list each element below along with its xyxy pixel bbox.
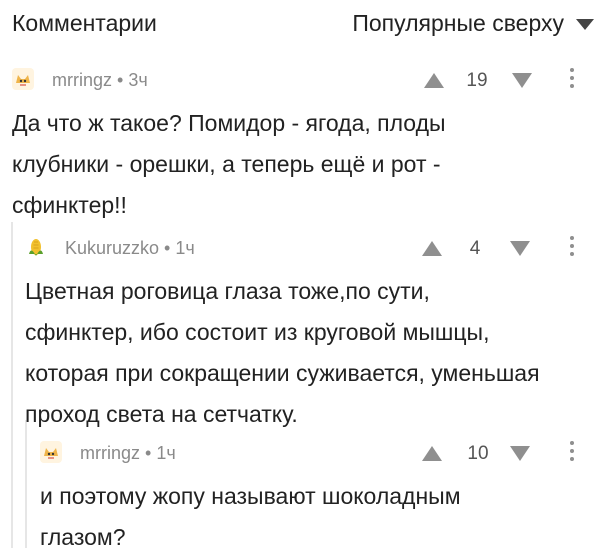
comment: mrringz • 3ч 19 Да что ж такое? Помидор … xyxy=(12,64,588,226)
comment-author-meta[interactable]: mrringz • 1ч xyxy=(80,443,176,464)
comment-text-line: клубники - орешки, а теперь ещё и рот - xyxy=(12,151,441,177)
thread-line[interactable] xyxy=(11,222,13,548)
comment-author[interactable]: mrringz xyxy=(80,443,140,463)
comment-text-line: проход света на сетчатку. xyxy=(25,401,298,427)
sort-dropdown[interactable]: Популярные сверху xyxy=(352,10,594,37)
more-options-icon[interactable] xyxy=(570,441,574,465)
comment-text: Цветная роговица глаза тоже,по сути, сфи… xyxy=(25,271,588,435)
comment-author[interactable]: mrringz xyxy=(52,70,112,90)
more-options-icon[interactable] xyxy=(570,236,574,260)
comment-text: и поэтому жопу называют шоколадным глазо… xyxy=(40,476,588,558)
more-options-icon[interactable] xyxy=(570,68,574,92)
comment-author-meta[interactable]: mrringz • 3ч xyxy=(52,70,148,91)
sort-label: Популярные сверху xyxy=(352,10,564,36)
comment: Kukuruzzko • 1ч 4 Цветная роговица глаза… xyxy=(25,232,588,435)
comment-author[interactable]: Kukuruzzko xyxy=(65,238,159,258)
comment-time: 3ч xyxy=(128,70,148,90)
upvote-icon[interactable] xyxy=(422,446,442,461)
downvote-icon[interactable] xyxy=(512,73,532,88)
avatar[interactable] xyxy=(12,68,34,90)
thread-line[interactable] xyxy=(25,420,27,548)
comment-rating: 4 xyxy=(469,238,481,259)
comment-time: 1ч xyxy=(156,443,176,463)
comment-text: Да что ж такое? Помидор - ягода, плоды к… xyxy=(12,103,588,226)
comment-text-line: сфинктер!! xyxy=(12,192,127,218)
avatar[interactable] xyxy=(40,441,62,463)
comment-meta: mrringz • 1ч 10 xyxy=(40,437,588,467)
comment-text-line: Да что ж такое? Помидор - ягода, плоды xyxy=(12,110,446,136)
comment-author-meta[interactable]: Kukuruzzko • 1ч xyxy=(65,238,195,259)
comment-meta: mrringz • 3ч 19 xyxy=(12,64,588,94)
comment-time: 1ч xyxy=(175,238,195,258)
comments-title: Комментарии xyxy=(12,10,157,36)
comment-text-line: которая при сокращении суживается, умень… xyxy=(25,360,540,386)
comments-header: Комментарии Популярные сверху xyxy=(0,0,600,52)
comment-text-line: и поэтому жопу называют шоколадным xyxy=(40,483,461,509)
comment-rating: 19 xyxy=(466,70,488,91)
comment-meta: Kukuruzzko • 1ч 4 xyxy=(25,232,588,262)
avatar[interactable] xyxy=(25,236,47,258)
comment-rating: 10 xyxy=(467,443,489,464)
comment-text-line: глазом? xyxy=(40,524,126,550)
downvote-icon[interactable] xyxy=(510,446,530,461)
comment-text-line: сфинктер, ибо состоит из круговой мышцы, xyxy=(25,319,490,345)
chevron-down-icon xyxy=(576,19,594,30)
upvote-icon[interactable] xyxy=(422,241,442,256)
comment-text-line: Цветная роговица глаза тоже,по сути, xyxy=(25,278,430,304)
comment: mrringz • 1ч 10 и поэтому жопу называют … xyxy=(40,437,588,558)
upvote-icon[interactable] xyxy=(424,73,444,88)
downvote-icon[interactable] xyxy=(510,241,530,256)
